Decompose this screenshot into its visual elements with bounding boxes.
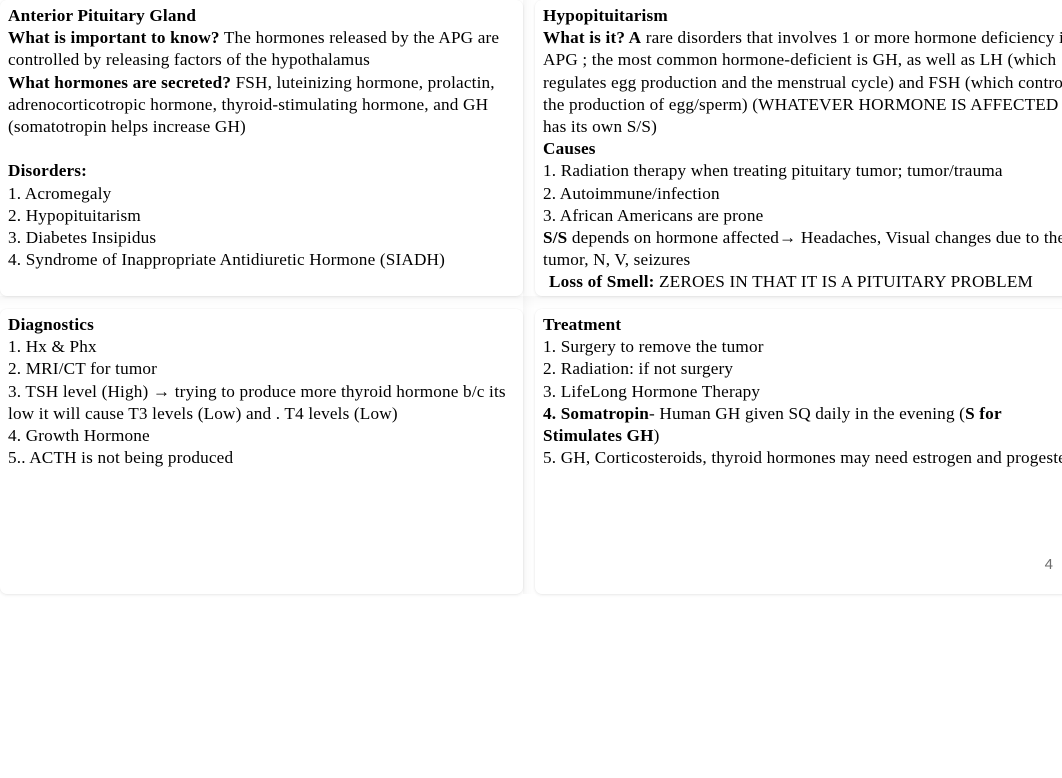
list-item: 2. Autoimmune/infection bbox=[543, 183, 720, 203]
page-number: 4 bbox=[1044, 556, 1053, 573]
card-diagnostics: Diagnostics 1. Hx & Phx 2. MRI/CT for tu… bbox=[0, 309, 523, 594]
hypo-loss-of-smell-line: Loss of Smell: ZEROES IN THAT IT IS A PI… bbox=[543, 271, 1062, 293]
list-item: 1. Surgery to remove the tumor bbox=[543, 337, 764, 357]
apg-important-to-know-label: What is important to know? bbox=[8, 28, 220, 48]
hypo-signs-symptoms-paragraph: S/S depends on hormone affected→ Headach… bbox=[543, 227, 1062, 271]
hypo-signs-symptoms-label: S/S bbox=[543, 228, 568, 248]
list-item: 2. Hypopituitarism bbox=[8, 205, 141, 225]
list-item: 3. Diabetes Insipidus bbox=[8, 228, 157, 248]
list-item: 3. African Americans are prone bbox=[543, 205, 764, 225]
apg-important-to-know-paragraph: What is important to know? The hormones … bbox=[8, 27, 515, 71]
hypo-loss-of-smell-label: Loss of Smell: bbox=[549, 272, 655, 292]
treatment-somatropin-item: 4. Somatropin- Human GH given SQ daily i… bbox=[543, 403, 1062, 447]
hypo-what-is-it-label: What is it? A bbox=[543, 28, 642, 48]
treatment-somatropin-text: - Human GH given SQ daily in the evening… bbox=[649, 403, 966, 423]
card-title-treatment: Treatment bbox=[543, 315, 622, 334]
list-item: 2. Radiation: if not surgery bbox=[543, 359, 734, 379]
card-anterior-pituitary-gland: Anterior Pituitary Gland What is importa… bbox=[0, 0, 523, 296]
list-item: 3. TSH level (High) → trying to produce … bbox=[8, 381, 506, 423]
apg-spacer bbox=[8, 138, 515, 160]
card-title-anterior-pituitary-gland: Anterior Pituitary Gland bbox=[8, 6, 197, 25]
list-item: 1. Hx & Phx bbox=[8, 337, 97, 357]
hypo-loss-of-smell-text: ZEROES IN THAT IT IS A PITUITARY PROBLEM bbox=[654, 272, 1033, 292]
hypo-causes-label: Causes bbox=[543, 139, 596, 159]
document-page: Anterior Pituitary Gland What is importa… bbox=[0, 0, 1062, 778]
card-title-diagnostics: Diagnostics bbox=[8, 315, 94, 334]
list-item: 4. Syndrome of Inappropriate Antidiureti… bbox=[8, 250, 446, 270]
hypo-signs-symptoms-text: depends on hormone affected→ Headaches, … bbox=[543, 228, 1062, 270]
list-item: 1. Radiation therapy when treating pitui… bbox=[543, 161, 1003, 181]
list-item: 4. Growth Hormone bbox=[8, 426, 150, 446]
apg-hormones-secreted-paragraph: What hormones are secreted? FSH, luteini… bbox=[8, 72, 515, 139]
column-gutter bbox=[523, 0, 535, 594]
treatment-somatropin-close-paren: ) bbox=[653, 426, 660, 446]
row-gutter bbox=[0, 296, 1062, 309]
list-item: 3. LifeLong Hormone Therapy bbox=[543, 381, 761, 401]
list-item: 2. MRI/CT for tumor bbox=[8, 359, 158, 379]
list-item: 5.. ACTH is not being produced bbox=[8, 448, 234, 468]
apg-disorders-label: Disorders: bbox=[8, 161, 88, 181]
list-item: 1. Acromegaly bbox=[8, 183, 112, 203]
card-treatment: Treatment 1. Surgery to remove the tumor… bbox=[535, 309, 1062, 594]
treatment-somatropin-label: 4. Somatropin bbox=[543, 403, 650, 423]
list-item: 5. GH, Corticosteroids, thyroid hormones… bbox=[543, 448, 1062, 468]
hypo-what-is-it-paragraph: What is it? A rare disorders that involv… bbox=[543, 27, 1062, 138]
card-title-hypopituitarism: Hypopituitarism bbox=[543, 6, 668, 25]
apg-hormones-secreted-label: What hormones are secreted? bbox=[8, 72, 232, 92]
card-hypopituitarism: Hypopituitarism What is it? A rare disor… bbox=[535, 0, 1062, 296]
